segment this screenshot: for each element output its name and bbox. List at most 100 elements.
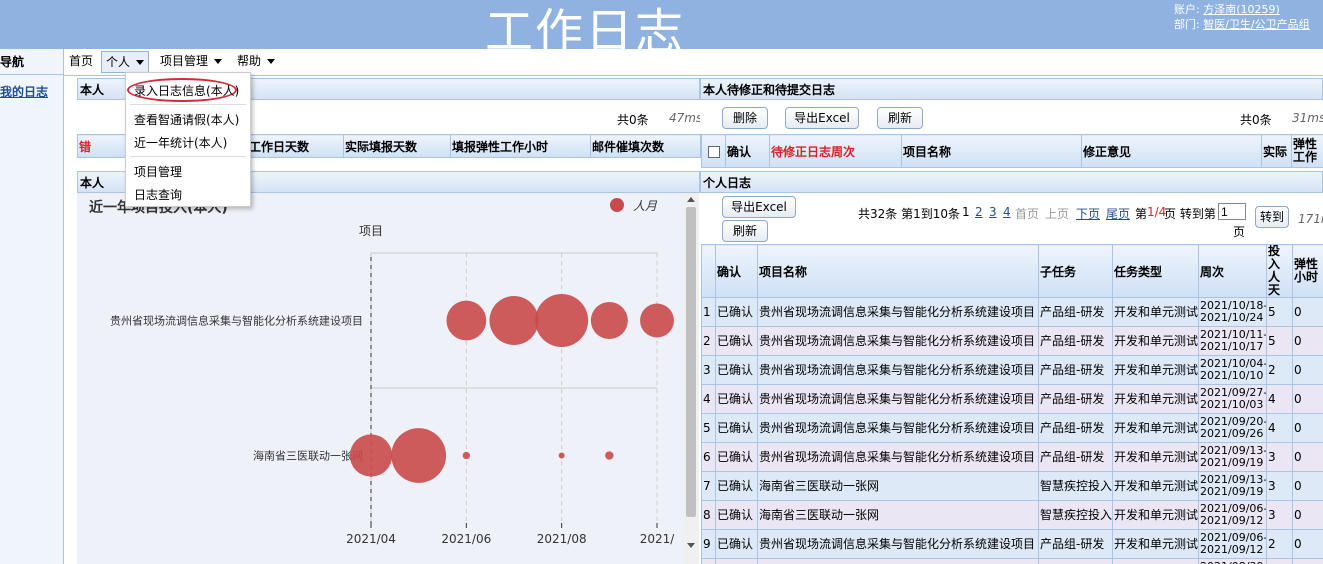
scroll-thumb[interactable] [686, 207, 696, 517]
col-header[interactable]: 任务类型 [1112, 244, 1199, 298]
table-cell: 5 [701, 413, 716, 443]
table-row[interactable]: 4 已确认 贵州省现场流调信息采集与智能化分析系统建设项目 产品组-研发 开发和单元测试… [701, 384, 1323, 414]
chart-scrollbar[interactable] [683, 193, 699, 564]
menu-item-log-query[interactable]: 日志查询 [134, 186, 182, 203]
table-row[interactable]: 7 已确认 海南省三医联动一张网 智慧疾控投入 开发和单元测试 2021/09/13-20… [701, 471, 1323, 501]
refresh-button[interactable]: 刷新 [877, 107, 923, 129]
col-header[interactable]: 填报弹性工作小时 [450, 134, 591, 158]
table-cell: 产品组-研发 [1038, 326, 1113, 356]
menu-help[interactable]: 帮助 [237, 49, 276, 73]
table-cell: 2021/09/13-2021/09/19 [1198, 471, 1267, 501]
next-page-link[interactable]: 下页 [1076, 205, 1100, 222]
table-cell: 开发和单元测试 [1112, 384, 1199, 414]
account-info: 账户: 方泽南(10259) 部门: 智医/卫生/公卫产品组 [1174, 2, 1310, 32]
table-cell: 0 [1292, 500, 1323, 530]
table-cell: 0 [1292, 471, 1323, 501]
bubble-point [489, 296, 539, 345]
col-header[interactable]: 工作日天数 [247, 134, 344, 158]
col-header[interactable]: 待修正日志周次 [769, 134, 902, 168]
col-header[interactable]: 项目名称 [901, 134, 1082, 168]
table-row[interactable]: 3 已确认 贵州省现场流调信息采集与智能化分析系统建设项目 产品组-研发 开发和单元测试… [701, 355, 1323, 385]
scroll-up-icon[interactable] [687, 197, 695, 202]
menu-item-enter-log[interactable]: 录入日志信息(本人) [134, 82, 239, 99]
page-link-4[interactable]: 4 [1003, 205, 1011, 219]
export-excel-button[interactable]: 导出Excel [785, 107, 859, 129]
menu-item-view-leave[interactable]: 查看智通请假(本人) [134, 111, 239, 128]
col-header[interactable]: 修正意见 [1081, 134, 1262, 168]
table-row[interactable]: 2 已确认 贵州省现场流调信息采集与智能化分析系统建设项目 产品组-研发 开发和单元测试… [701, 326, 1323, 356]
col-header[interactable]: 确认 [715, 244, 758, 298]
prev-page-link[interactable]: 上页 [1045, 205, 1069, 222]
col-header[interactable] [701, 244, 716, 298]
table-cell: 2021/08/30-2021/09/05 [1198, 558, 1267, 564]
table-cell: 开发和单元测试 [1112, 529, 1199, 559]
y-category-label: 海南省三医联动一张网 [253, 449, 363, 463]
table-cell: 产品组-研发 [1038, 529, 1113, 559]
goto-page-input[interactable] [1218, 203, 1246, 220]
table-cell: 智慧疾控投入 [1038, 471, 1113, 501]
chevron-down-icon [136, 60, 145, 65]
table-cell: 2021/09/27-2021/10/03 [1198, 384, 1267, 414]
page-of-prefix: 第 [1135, 207, 1148, 221]
table-cell: 智慧疾控投入 [1038, 500, 1113, 530]
col-header[interactable]: 项目名称 [757, 244, 1039, 298]
page-link-1[interactable]: 1 [962, 205, 970, 219]
table-cell: 3 [1266, 471, 1293, 501]
delete-button[interactable]: 删除 [722, 107, 768, 129]
x-tick-label: 2021/04 [346, 532, 396, 546]
col-header[interactable]: 确认 [725, 134, 770, 168]
col-header[interactable]: 实际 [1261, 134, 1292, 168]
nav-link-my-log[interactable]: 我的日志 [0, 83, 63, 100]
table-row[interactable]: 8 已确认 海南省三医联动一张网 智慧疾控投入 开发和单元测试 2021/09/06-20… [701, 500, 1323, 530]
table-cell: 4 [701, 384, 716, 414]
goto-page-button[interactable]: 转到 [1255, 206, 1289, 228]
menu-item-project-mgmt[interactable]: 项目管理 [134, 163, 182, 180]
last-page-link[interactable]: 尾页 [1106, 205, 1130, 222]
table-cell: 2021/10/11-2021/10/17 [1198, 326, 1267, 356]
table-cell: 开发和单元测试 [1112, 500, 1199, 530]
scroll-down-icon[interactable] [687, 543, 695, 548]
col-header[interactable]: 弹性小时 [1292, 244, 1323, 298]
x-tick-label: 2021/ [640, 532, 676, 546]
account-link[interactable]: 方泽南(10259) [1203, 3, 1280, 16]
table-row[interactable]: 9 已确认 贵州省现场流调信息采集与智能化分析系统建设项目 产品组-研发 开发和单元测试… [701, 529, 1323, 559]
refresh-button[interactable]: 刷新 [722, 220, 768, 242]
menu-home[interactable]: 首页 [69, 49, 93, 73]
col-header[interactable]: 实际填报天数 [343, 134, 451, 158]
page-link-2[interactable]: 2 [975, 205, 983, 219]
table-row[interactable]: 1 已确认 贵州省现场流调信息采集与智能化分析系统建设项目 产品组-研发 开发和单元测试… [701, 297, 1323, 327]
left-top-count: 共0条 [617, 113, 649, 127]
select-all-checkbox[interactable] [707, 145, 720, 158]
table-row[interactable]: 6 已确认 贵州省现场流调信息采集与智能化分析系统建设项目 产品组-研发 开发和单元测试… [701, 442, 1323, 472]
col-header[interactable]: 弹性工作 [1291, 134, 1323, 168]
table-row[interactable]: 5 已确认 贵州省现场流调信息采集与智能化分析系统建设项目 产品组-研发 开发和单元测试… [701, 413, 1323, 443]
col-header[interactable]: 子任务 [1038, 244, 1113, 298]
dept-label: 部门: [1174, 18, 1200, 31]
personal-dropdown-menu: 录入日志信息(本人) 查看智通请假(本人) 近一年统计(本人) 项目管理 日志查… [125, 72, 251, 207]
menu-personal[interactable]: 个人 [101, 51, 150, 73]
table-row[interactable]: 10已确认贵州省现场流调信息采集与智能化分析系统建设项目产品组-研发开发和单元测… [701, 558, 1323, 564]
col-header[interactable]: 投入人天 [1266, 244, 1293, 298]
right-bottom-toolbar: 导出Excel 刷新 共32条 第1到10条 1 2 3 4 首页 上页 下页 … [700, 194, 1323, 244]
page-link-3[interactable]: 3 [989, 205, 997, 219]
table-cell: 已确认 [715, 384, 758, 414]
col-header[interactable]: 周次 [1198, 244, 1267, 298]
bubble-point [446, 300, 487, 341]
export-excel-button[interactable]: 导出Excel [722, 196, 796, 218]
menu-item-yearly-stats[interactable]: 近一年统计(本人) [134, 134, 227, 151]
dept-link[interactable]: 智医/卫生/公卫产品组 [1203, 18, 1309, 31]
x-tick-label: 2021/08 [537, 532, 587, 546]
right-top-toolbar: 删除 导出Excel 刷新 共0条 31ms [700, 101, 1323, 133]
col-header[interactable]: 邮件催填次数 [590, 134, 701, 158]
table-cell: 已确认 [715, 529, 758, 559]
bubble-point [605, 451, 614, 460]
table-cell: 开发和单元测试 [1112, 442, 1199, 472]
table-cell: 4 [1266, 384, 1293, 414]
select-all-cell[interactable] [701, 134, 726, 168]
chevron-down-icon [214, 59, 223, 64]
chevron-down-icon [267, 59, 276, 64]
nav-title: 导航 [0, 49, 63, 75]
menu-project-mgmt[interactable]: 项目管理 [160, 49, 223, 73]
bubble-point [391, 428, 447, 483]
first-page-link[interactable]: 首页 [1015, 205, 1039, 222]
